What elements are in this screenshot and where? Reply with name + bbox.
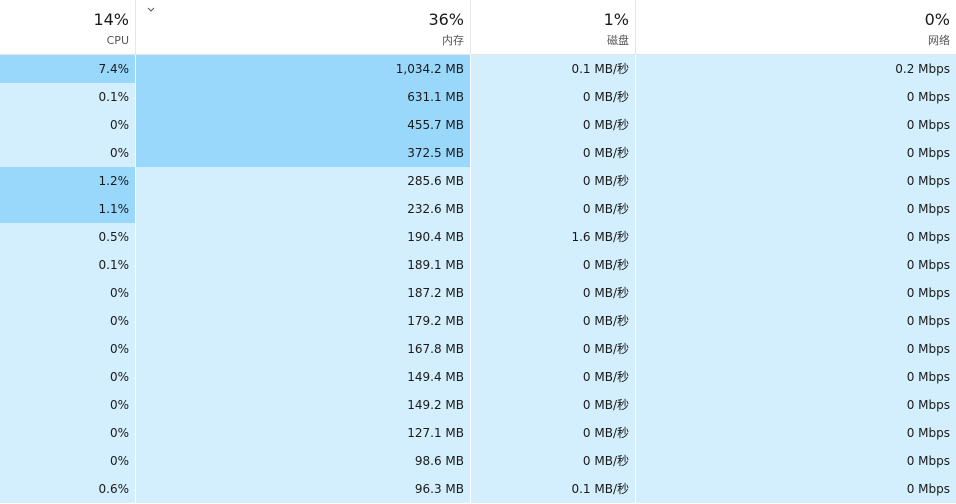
network-cell: 0 Mbps — [635, 139, 956, 167]
disk-column-label: 磁盘 — [607, 34, 629, 47]
memory-cell: 372.5 MB — [135, 139, 470, 167]
cpu-total-percent: 14% — [93, 10, 129, 29]
network-cell: 0 Mbps — [635, 363, 956, 391]
cpu-cell: 7.4% — [0, 55, 135, 83]
network-cell: 0 Mbps — [635, 307, 956, 335]
table-row[interactable]: 7.4% 1,034.2 MB 0.1 MB/秒 0.2 Mbps — [0, 55, 956, 83]
memory-cell: 631.1 MB — [135, 83, 470, 111]
table-row[interactable]: 1.1% 232.6 MB 0 MB/秒 0 Mbps — [0, 195, 956, 223]
table-row[interactable]: 0% 98.6 MB 0 MB/秒 0 Mbps — [0, 447, 956, 475]
table-row[interactable]: 0% 149.4 MB 0 MB/秒 0 Mbps — [0, 363, 956, 391]
cpu-cell: 0.6% — [0, 475, 135, 503]
disk-cell: 0 MB/秒 — [470, 195, 635, 223]
column-header-memory[interactable]: 36% 内存 — [135, 0, 470, 54]
memory-cell: 285.6 MB — [135, 167, 470, 195]
table-row[interactable]: 0% 187.2 MB 0 MB/秒 0 Mbps — [0, 279, 956, 307]
column-header-bar: 14% CPU 36% 内存 1% 磁盘 0% 网络 — [0, 0, 956, 55]
memory-cell: 167.8 MB — [135, 335, 470, 363]
table-row[interactable]: 1.2% 285.6 MB 0 MB/秒 0 Mbps — [0, 167, 956, 195]
memory-cell: 187.2 MB — [135, 279, 470, 307]
memory-cell: 232.6 MB — [135, 195, 470, 223]
table-row[interactable]: 0.5% 190.4 MB 1.6 MB/秒 0 Mbps — [0, 223, 956, 251]
cpu-cell: 0% — [0, 363, 135, 391]
cpu-cell: 0% — [0, 335, 135, 363]
column-header-disk[interactable]: 1% 磁盘 — [470, 0, 635, 54]
disk-cell: 0 MB/秒 — [470, 447, 635, 475]
memory-total-percent: 36% — [428, 10, 464, 29]
cpu-cell: 1.1% — [0, 195, 135, 223]
table-row[interactable]: 0% 149.2 MB 0 MB/秒 0 Mbps — [0, 391, 956, 419]
disk-cell: 0.1 MB/秒 — [470, 475, 635, 503]
cpu-cell: 0.1% — [0, 83, 135, 111]
disk-cell: 0 MB/秒 — [470, 83, 635, 111]
table-row[interactable]: 0% 179.2 MB 0 MB/秒 0 Mbps — [0, 307, 956, 335]
table-row[interactable]: 0.1% 631.1 MB 0 MB/秒 0 Mbps — [0, 83, 956, 111]
table-row[interactable]: 0% 127.1 MB 0 MB/秒 0 Mbps — [0, 419, 956, 447]
table-row[interactable]: 0.6% 96.3 MB 0.1 MB/秒 0 Mbps — [0, 475, 956, 503]
table-row[interactable]: 0% 167.8 MB 0 MB/秒 0 Mbps — [0, 335, 956, 363]
memory-column-label: 内存 — [442, 34, 464, 47]
network-cell: 0 Mbps — [635, 475, 956, 503]
disk-cell: 1.6 MB/秒 — [470, 223, 635, 251]
disk-cell: 0 MB/秒 — [470, 335, 635, 363]
table-row[interactable]: 0% 455.7 MB 0 MB/秒 0 Mbps — [0, 111, 956, 139]
memory-cell: 179.2 MB — [135, 307, 470, 335]
disk-cell: 0 MB/秒 — [470, 139, 635, 167]
cpu-column-label: CPU — [106, 34, 129, 47]
network-cell: 0 Mbps — [635, 279, 956, 307]
network-cell: 0 Mbps — [635, 391, 956, 419]
cpu-cell: 0% — [0, 447, 135, 475]
cpu-cell: 0.1% — [0, 251, 135, 279]
table-row[interactable]: 0% 372.5 MB 0 MB/秒 0 Mbps — [0, 139, 956, 167]
network-cell: 0.2 Mbps — [635, 55, 956, 83]
column-header-cpu[interactable]: 14% CPU — [0, 0, 135, 54]
memory-cell: 189.1 MB — [135, 251, 470, 279]
disk-cell: 0 MB/秒 — [470, 167, 635, 195]
memory-cell: 96.3 MB — [135, 475, 470, 503]
disk-cell: 0 MB/秒 — [470, 251, 635, 279]
memory-cell: 455.7 MB — [135, 111, 470, 139]
network-cell: 0 Mbps — [635, 251, 956, 279]
disk-cell: 0 MB/秒 — [470, 419, 635, 447]
disk-total-percent: 1% — [603, 10, 629, 29]
cpu-cell: 0% — [0, 307, 135, 335]
memory-cell: 98.6 MB — [135, 447, 470, 475]
memory-cell: 127.1 MB — [135, 419, 470, 447]
network-cell: 0 Mbps — [635, 195, 956, 223]
cpu-cell: 0% — [0, 111, 135, 139]
network-total-percent: 0% — [924, 10, 950, 29]
cpu-cell: 0% — [0, 391, 135, 419]
memory-cell: 149.2 MB — [135, 391, 470, 419]
disk-cell: 0 MB/秒 — [470, 307, 635, 335]
cpu-cell: 0.5% — [0, 223, 135, 251]
network-column-label: 网络 — [928, 34, 950, 47]
network-cell: 0 Mbps — [635, 167, 956, 195]
disk-cell: 0 MB/秒 — [470, 111, 635, 139]
cpu-cell: 1.2% — [0, 167, 135, 195]
network-cell: 0 Mbps — [635, 83, 956, 111]
cpu-cell: 0% — [0, 419, 135, 447]
memory-cell: 1,034.2 MB — [135, 55, 470, 83]
disk-cell: 0 MB/秒 — [470, 279, 635, 307]
disk-cell: 0.1 MB/秒 — [470, 55, 635, 83]
column-header-network[interactable]: 0% 网络 — [635, 0, 956, 54]
memory-cell: 190.4 MB — [135, 223, 470, 251]
memory-cell: 149.4 MB — [135, 363, 470, 391]
network-cell: 0 Mbps — [635, 447, 956, 475]
process-table-body: 7.4% 1,034.2 MB 0.1 MB/秒 0.2 Mbps 0.1% 631.1 … — [0, 55, 956, 503]
chevron-down-icon — [147, 7, 155, 12]
table-row[interactable]: 0.1% 189.1 MB 0 MB/秒 0 Mbps — [0, 251, 956, 279]
cpu-cell: 0% — [0, 279, 135, 307]
disk-cell: 0 MB/秒 — [470, 363, 635, 391]
network-cell: 0 Mbps — [635, 335, 956, 363]
disk-cell: 0 MB/秒 — [470, 391, 635, 419]
network-cell: 0 Mbps — [635, 419, 956, 447]
cpu-cell: 0% — [0, 139, 135, 167]
network-cell: 0 Mbps — [635, 223, 956, 251]
network-cell: 0 Mbps — [635, 111, 956, 139]
